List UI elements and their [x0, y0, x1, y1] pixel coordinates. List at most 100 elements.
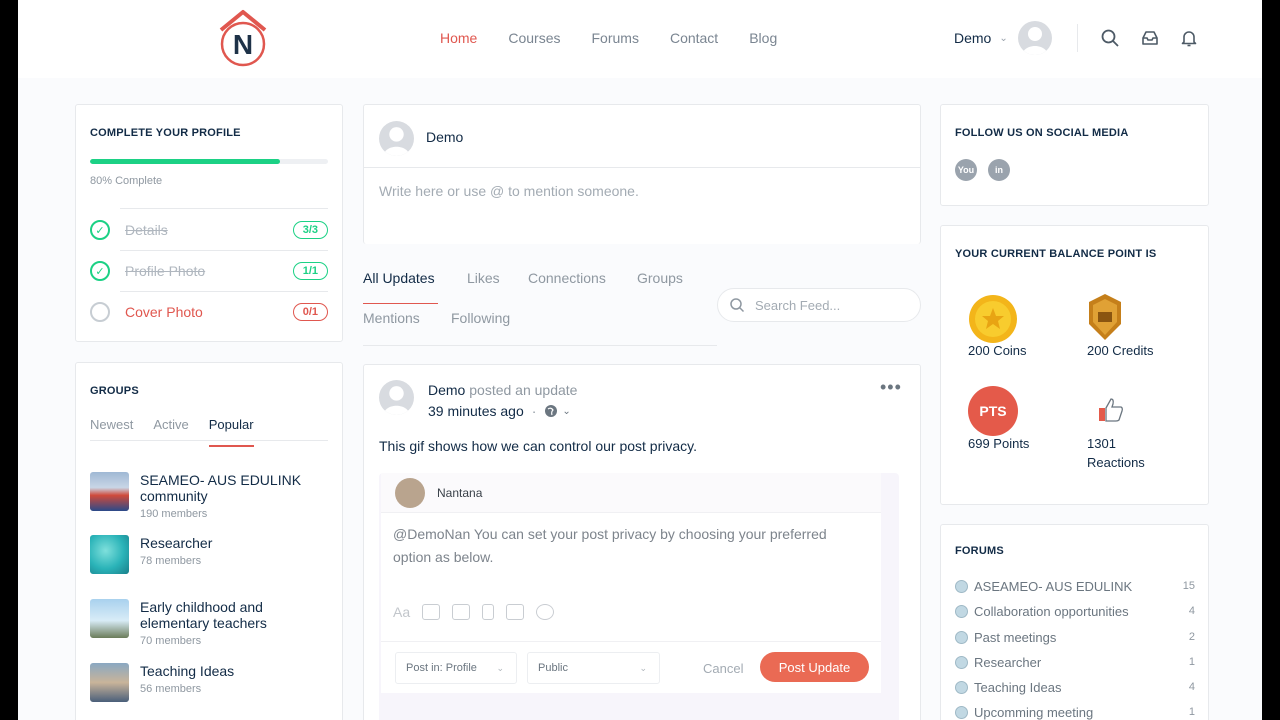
- tab-all-updates[interactable]: All Updates: [363, 270, 435, 286]
- list-item[interactable]: Researcher 78 members: [90, 535, 328, 574]
- group-name[interactable]: SEAMEO- AUS EDULINK community: [140, 472, 328, 504]
- nav-blog[interactable]: Blog: [749, 30, 777, 46]
- check-circle-icon: ✓: [90, 261, 110, 281]
- forum-name[interactable]: Researcher: [974, 655, 1189, 670]
- post-meta: 39 minutes ago · ⌄: [428, 403, 571, 419]
- chevron-down-icon[interactable]: ⌄: [999, 33, 1007, 44]
- list-item[interactable]: Upcomming meeting 1: [955, 702, 1195, 720]
- tab-likes[interactable]: Likes: [467, 270, 500, 286]
- avatar[interactable]: [1017, 21, 1052, 55]
- gif-header: Nantana: [381, 473, 881, 513]
- forum-name[interactable]: Teaching Ideas: [974, 680, 1189, 695]
- nav-home[interactable]: Home: [440, 30, 477, 46]
- post-gif[interactable]: Nantana @DemoNan You can set your post p…: [379, 473, 899, 720]
- list-item[interactable]: Collaboration opportunities 4: [955, 601, 1195, 621]
- post-author[interactable]: Demo: [428, 382, 465, 398]
- default-avatar-icon: [383, 127, 410, 156]
- page: N Home Courses Forums Contact Blog Demo …: [18, 0, 1262, 720]
- group-name[interactable]: Teaching Ideas: [140, 663, 234, 679]
- list-item[interactable]: Teaching Ideas 56 members: [90, 663, 328, 702]
- inbox-icon[interactable]: [1140, 28, 1160, 48]
- post-action: posted an update: [469, 382, 578, 398]
- forum-icon: [955, 579, 968, 593]
- tab-connections[interactable]: Connections: [528, 270, 606, 286]
- chevron-down-icon: ⌄: [639, 663, 647, 673]
- active-tab-indicator: [363, 303, 438, 304]
- chevron-down-icon[interactable]: ⌄: [562, 406, 570, 417]
- activity-post: Demo posted an update 39 minutes ago · ⌄…: [363, 364, 921, 720]
- list-item[interactable]: SEAMEO- AUS EDULINK community 190 member…: [90, 472, 328, 520]
- more-options-icon[interactable]: •••: [880, 377, 902, 398]
- tab-groups[interactable]: Groups: [637, 270, 683, 286]
- divider: [363, 345, 717, 346]
- forum-name[interactable]: Past meetings: [974, 630, 1189, 645]
- list-item[interactable]: Past meetings 2: [955, 627, 1195, 647]
- list-item[interactable]: Teaching Ideas 4: [955, 677, 1195, 697]
- forum-count: 15: [1182, 580, 1195, 592]
- list-item[interactable]: Researcher 1: [955, 652, 1195, 672]
- tab-newest[interactable]: Newest: [90, 417, 133, 440]
- forum-name[interactable]: ASEAMEO- AUS EDULINK: [974, 579, 1183, 594]
- post-in-select: Post in: Profile ⌄: [395, 652, 517, 684]
- coin-icon: [969, 295, 1017, 343]
- tab-active[interactable]: Active: [153, 417, 188, 440]
- composer-input[interactable]: Write here or use @ to mention someone.: [379, 183, 639, 199]
- profile-step-details[interactable]: ✓ Details 3/3: [90, 210, 328, 250]
- groups-card: GROUPS Newest Active Popular SEAMEO- AUS…: [75, 362, 343, 720]
- credit-badge-icon: [1089, 294, 1121, 340]
- profile-step-photo[interactable]: ✓ Profile Photo 1/1: [90, 251, 328, 291]
- document-icon: [482, 604, 495, 620]
- list-item[interactable]: Early childhood and elementary teachers …: [90, 599, 328, 647]
- camera-icon: [422, 604, 441, 620]
- tab-popular[interactable]: Popular: [208, 417, 254, 447]
- step-label[interactable]: Profile Photo: [125, 263, 293, 279]
- group-thumbnail[interactable]: [90, 472, 129, 511]
- group-thumbnail[interactable]: [90, 599, 129, 638]
- group-name[interactable]: Early childhood and elementary teachers: [140, 599, 328, 631]
- nav-courses[interactable]: Courses: [508, 30, 560, 46]
- youtube-icon[interactable]: You: [955, 159, 977, 181]
- text-format-icon: Aa: [393, 604, 411, 620]
- bell-icon[interactable]: [1179, 28, 1199, 48]
- forum-icon: [955, 604, 968, 618]
- forum-icon: [955, 655, 968, 669]
- chevron-down-icon: ⌄: [496, 663, 504, 673]
- nav-contact[interactable]: Contact: [670, 30, 718, 46]
- group-name[interactable]: Researcher: [140, 535, 212, 551]
- step-label[interactable]: Details: [125, 222, 293, 238]
- points-item: PTS: [968, 386, 1018, 436]
- complete-profile-card: COMPLETE YOUR PROFILE 80% Complete ✓ Det…: [75, 104, 343, 342]
- tab-following[interactable]: Following: [451, 310, 510, 326]
- logo-house-icon: N: [219, 10, 267, 67]
- avatar[interactable]: [379, 380, 414, 415]
- video-icon: [452, 604, 471, 620]
- site-logo[interactable]: N: [216, 8, 270, 68]
- user-menu[interactable]: Demo ⌄: [954, 20, 1052, 56]
- step-count-badge: 1/1: [292, 262, 328, 280]
- tab-mentions[interactable]: Mentions: [363, 310, 420, 326]
- profile-step-cover[interactable]: Cover Photo 0/1: [90, 292, 328, 332]
- search-icon[interactable]: [1100, 28, 1120, 48]
- thumbs-up-icon: [1099, 398, 1123, 422]
- header-username[interactable]: Demo: [954, 30, 991, 46]
- step-label[interactable]: Cover Photo: [125, 304, 293, 320]
- card-title: COMPLETE YOUR PROFILE: [90, 127, 241, 139]
- separator-dot: ·: [531, 403, 537, 419]
- group-thumbnail[interactable]: [90, 663, 129, 702]
- linkedin-icon[interactable]: in: [988, 159, 1010, 181]
- header-divider: [1077, 24, 1078, 52]
- search-placeholder: Search Feed...: [755, 297, 841, 313]
- search-feed-input[interactable]: Search Feed...: [717, 288, 921, 322]
- gif-cancel-label: Cancel: [703, 661, 744, 676]
- step-count-badge: 0/1: [292, 303, 328, 321]
- default-avatar-icon: [1021, 27, 1048, 55]
- forum-name[interactable]: Collaboration opportunities: [974, 604, 1189, 619]
- list-item[interactable]: ASEAMEO- AUS EDULINK 15: [955, 576, 1195, 596]
- globe-icon[interactable]: [544, 404, 558, 418]
- forum-icon: [955, 630, 968, 644]
- forum-name[interactable]: Upcomming meeting: [974, 705, 1189, 720]
- post-time[interactable]: 39 minutes ago: [428, 403, 524, 419]
- nav-forums[interactable]: Forums: [592, 30, 639, 46]
- group-thumbnail[interactable]: [90, 535, 129, 574]
- points-label: 699 Points: [968, 436, 1030, 451]
